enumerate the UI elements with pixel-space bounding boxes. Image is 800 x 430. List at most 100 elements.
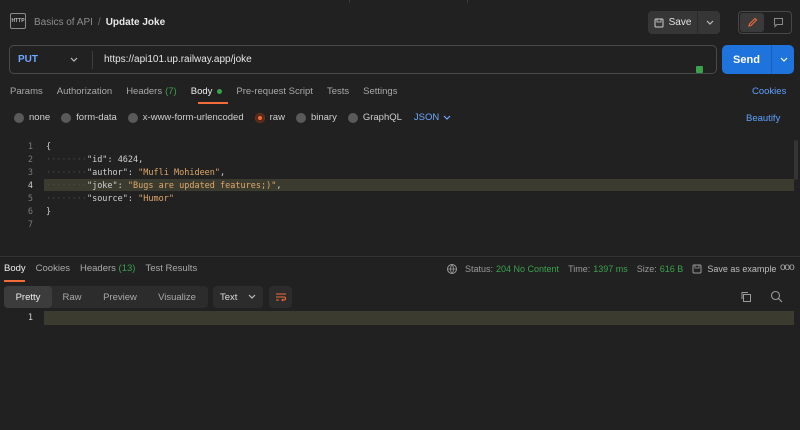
format-label: JSON bbox=[413, 112, 440, 123]
chevron-down-icon bbox=[706, 20, 713, 25]
body-type-label: none bbox=[29, 112, 51, 123]
tab-count: (7) bbox=[165, 86, 177, 97]
globe-icon[interactable] bbox=[446, 263, 458, 275]
tab-label: Headers bbox=[126, 86, 163, 97]
json-key: "author" bbox=[86, 168, 128, 178]
status-value[interactable]: 204 No Content bbox=[496, 264, 559, 274]
body-type-urlencoded[interactable]: x-www-form-urlencoded bbox=[127, 112, 244, 123]
time-value[interactable]: 1397 ms bbox=[593, 264, 628, 274]
tab-body[interactable]: Body bbox=[191, 86, 223, 97]
open-brace: { bbox=[46, 142, 52, 152]
editor-scrollbar[interactable] bbox=[794, 140, 798, 180]
close-brace: } bbox=[46, 207, 52, 217]
json-key: "id" bbox=[86, 155, 108, 165]
code-line: ········"source": "Humor" bbox=[46, 194, 174, 204]
tab-params[interactable]: Params bbox=[10, 86, 43, 97]
line-number: 1 bbox=[27, 142, 33, 152]
active-tab-indicator bbox=[4, 280, 25, 282]
chevron-down-icon bbox=[443, 115, 451, 120]
variable-indicator-icon bbox=[696, 66, 703, 73]
tab-tests[interactable]: Tests bbox=[327, 86, 349, 97]
radio-icon bbox=[127, 112, 138, 123]
save-button[interactable]: Save bbox=[648, 11, 698, 34]
format-select[interactable]: JSON bbox=[414, 112, 451, 123]
save-as-example-button[interactable]: Save as example bbox=[707, 264, 776, 274]
body-type-options: none form-data x-www-form-urlencoded raw… bbox=[14, 112, 451, 123]
chevron-down-icon[interactable] bbox=[70, 53, 78, 67]
code-line: } bbox=[46, 207, 51, 217]
tab-headers[interactable]: Headers (7) bbox=[126, 86, 177, 97]
line-number: 5 bbox=[27, 194, 33, 204]
wrap-lines-button[interactable] bbox=[269, 286, 292, 308]
comments-button[interactable] bbox=[767, 13, 789, 32]
size-label: Size: bbox=[636, 264, 657, 274]
save-options-button[interactable] bbox=[699, 11, 720, 34]
tab-label: Settings bbox=[363, 86, 398, 97]
json-comma: , bbox=[276, 181, 282, 191]
save-label: Save bbox=[668, 17, 692, 28]
copy-icon[interactable] bbox=[740, 291, 752, 303]
view-raw[interactable]: Raw bbox=[52, 286, 92, 308]
breadcrumb-separator: / bbox=[97, 17, 101, 28]
response-line-highlight bbox=[44, 311, 794, 325]
line-number: 6 bbox=[27, 207, 33, 217]
tab-label: Params bbox=[10, 86, 43, 97]
resp-tab-body[interactable]: Body bbox=[4, 263, 26, 274]
radio-selected-icon bbox=[254, 112, 265, 123]
send-button[interactable]: Send bbox=[722, 45, 772, 74]
tab-label: Pre-request Script bbox=[236, 86, 313, 97]
cookies-link[interactable]: Cookies bbox=[752, 86, 786, 97]
resp-tab-test-results[interactable]: Test Results bbox=[145, 263, 197, 274]
response-format-select[interactable]: Text bbox=[213, 286, 263, 308]
pane-divider[interactable] bbox=[0, 256, 800, 257]
response-format-label: Text bbox=[220, 291, 238, 303]
body-type-none[interactable]: none bbox=[14, 112, 50, 123]
top-tab-segment[interactable] bbox=[0, 0, 350, 3]
resp-tab-cookies[interactable]: Cookies bbox=[36, 263, 70, 274]
save-icon bbox=[692, 264, 702, 274]
json-value: 4624 bbox=[117, 155, 139, 165]
top-tab-segment[interactable] bbox=[350, 0, 468, 3]
more-options-button[interactable]: ooo bbox=[780, 262, 795, 273]
radio-icon bbox=[14, 112, 24, 123]
breadcrumb-collection[interactable]: Basics of API bbox=[34, 17, 93, 28]
time-label: Time: bbox=[568, 264, 591, 274]
tab-label: Tests bbox=[326, 86, 350, 97]
json-value: "Humor" bbox=[138, 194, 174, 204]
view-toggle-group bbox=[738, 11, 792, 34]
method-select[interactable]: PUT bbox=[18, 54, 38, 65]
edit-button[interactable] bbox=[740, 13, 764, 32]
url-bar: PUT https://api101.up.railway.app/joke bbox=[9, 45, 717, 74]
top-tab-segment[interactable] bbox=[468, 0, 800, 3]
tab-count: (13) bbox=[118, 263, 136, 274]
send-options-button[interactable] bbox=[773, 45, 794, 74]
view-visualize[interactable]: Visualize bbox=[148, 286, 206, 308]
beautify-link[interactable]: Beautify bbox=[746, 113, 780, 124]
tab-label: Body bbox=[190, 86, 213, 97]
response-line-number: 1 bbox=[27, 313, 33, 323]
tab-authorization[interactable]: Authorization bbox=[57, 86, 112, 97]
body-type-graphql[interactable]: GraphQL bbox=[347, 112, 402, 123]
body-type-raw[interactable]: raw bbox=[254, 112, 285, 123]
search-icon[interactable] bbox=[770, 290, 783, 303]
json-value: "Bugs are updated features;)" bbox=[127, 181, 277, 191]
radio-icon bbox=[347, 112, 358, 123]
body-type-binary[interactable]: binary bbox=[295, 112, 337, 123]
request-title[interactable]: Update Joke bbox=[106, 17, 165, 28]
json-key: "joke" bbox=[86, 181, 118, 191]
body-type-form-data[interactable]: form-data bbox=[61, 112, 117, 123]
view-pretty[interactable]: Pretty bbox=[4, 286, 52, 308]
save-icon bbox=[654, 18, 664, 27]
size-value[interactable]: 616 B bbox=[660, 264, 684, 274]
view-preview[interactable]: Preview bbox=[92, 286, 148, 308]
line-number: 2 bbox=[27, 155, 33, 165]
resp-tab-headers[interactable]: Headers (13) bbox=[80, 263, 135, 274]
response-tabs: Body Cookies Headers (13) Test Results bbox=[4, 263, 207, 274]
tab-pre-request-script[interactable]: Pre-request Script bbox=[236, 86, 313, 97]
body-type-label: x-www-form-urlencoded bbox=[142, 112, 244, 123]
body-type-label: raw bbox=[269, 112, 285, 123]
json-key: "source" bbox=[86, 194, 128, 204]
json-comma: , bbox=[138, 155, 144, 165]
tab-settings[interactable]: Settings bbox=[363, 86, 397, 97]
url-input[interactable]: https://api101.up.railway.app/joke bbox=[104, 54, 252, 65]
